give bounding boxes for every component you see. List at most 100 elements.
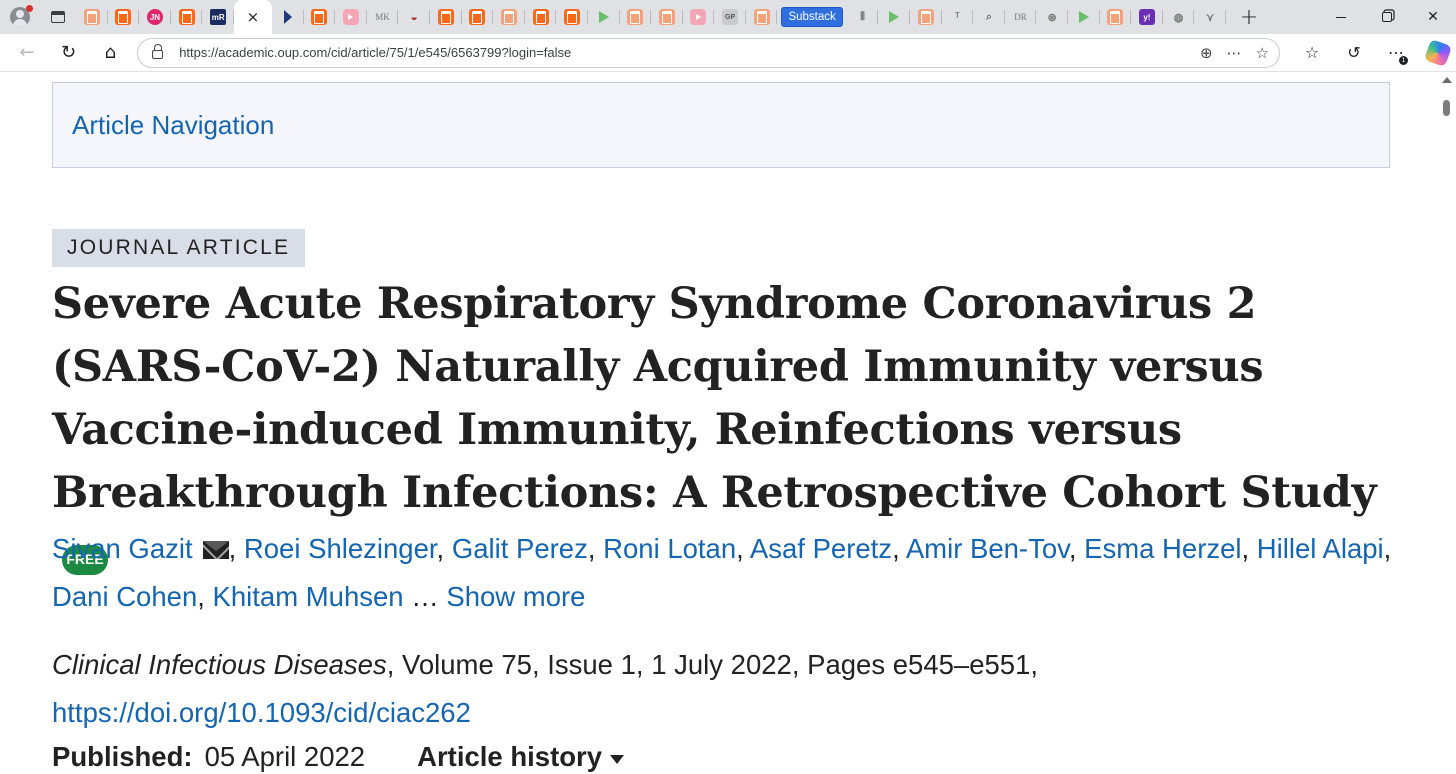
tab[interactable] bbox=[1100, 0, 1132, 34]
article-navigation-label[interactable]: Article Navigation bbox=[72, 110, 274, 141]
profile-button[interactable] bbox=[0, 0, 40, 34]
copilot-icon[interactable] bbox=[1420, 37, 1456, 69]
address-bar[interactable]: https://academic.oup.com/cid/article/75/… bbox=[137, 37, 1280, 68]
tab[interactable]: ⦀ bbox=[847, 0, 879, 34]
close-tab-icon[interactable]: × bbox=[247, 8, 260, 26]
substack-icon bbox=[532, 9, 549, 25]
tab[interactable]: mR bbox=[202, 0, 234, 34]
maximize-button[interactable] bbox=[1364, 0, 1410, 34]
home-button[interactable]: ⌂ bbox=[89, 34, 131, 72]
more-icon[interactable]: ⋯ bbox=[1227, 44, 1242, 62]
tab[interactable] bbox=[108, 0, 140, 34]
tab[interactable] bbox=[683, 0, 715, 34]
vertical-scrollbar[interactable] bbox=[1438, 73, 1456, 774]
tab[interactable]: MK bbox=[367, 0, 399, 34]
owl-icon: ⊛ bbox=[1047, 11, 1057, 24]
author-link[interactable]: Amir Ben-Tov bbox=[906, 533, 1069, 564]
tab-actions-icon bbox=[51, 11, 65, 23]
b-icon bbox=[1107, 9, 1124, 25]
toolbar-icons: ☆ ↺ ⋯ 1 bbox=[1294, 37, 1456, 69]
author-link[interactable]: Sivan Gazit bbox=[52, 533, 193, 564]
author-link[interactable]: Khitam Muhsen bbox=[213, 581, 404, 612]
tab[interactable] bbox=[76, 0, 108, 34]
published-label: Published: bbox=[52, 741, 193, 772]
lock-icon[interactable] bbox=[152, 44, 164, 59]
author-link[interactable]: Galit Perez bbox=[452, 533, 588, 564]
substack-icon bbox=[83, 9, 100, 25]
favorite-star-icon[interactable]: ☆ bbox=[1256, 44, 1269, 62]
tab-actions-button[interactable] bbox=[40, 0, 76, 34]
tab-active[interactable]: × bbox=[233, 0, 272, 34]
tab-substack[interactable]: Substack bbox=[781, 7, 843, 27]
new-tab-button[interactable]: + bbox=[1234, 0, 1264, 34]
author-ellipsis: … bbox=[403, 581, 447, 612]
show-more-link[interactable]: Show more bbox=[446, 581, 585, 612]
scroll-thumb[interactable] bbox=[1443, 100, 1450, 116]
tab[interactable] bbox=[878, 0, 910, 34]
tab[interactable]: JN bbox=[139, 0, 171, 34]
substack-icon bbox=[178, 9, 195, 25]
tab[interactable] bbox=[304, 0, 336, 34]
youtube-icon bbox=[342, 9, 359, 25]
article-history-button[interactable]: Article history bbox=[417, 741, 625, 772]
substack-icon bbox=[917, 9, 934, 25]
substack-icon bbox=[627, 9, 644, 25]
author-separator: , bbox=[1241, 533, 1257, 564]
tab[interactable]: y! bbox=[1131, 0, 1163, 34]
tab[interactable]: ⋎ bbox=[1194, 0, 1226, 34]
yahoo-icon: y! bbox=[1138, 9, 1155, 25]
tab[interactable] bbox=[1068, 0, 1100, 34]
tab[interactable]: GP bbox=[714, 0, 746, 34]
author-separator: , bbox=[1383, 533, 1392, 564]
notification-dot bbox=[26, 5, 33, 12]
tab[interactable] bbox=[430, 0, 462, 34]
extensions-menu-icon[interactable]: ⋯ 1 bbox=[1378, 37, 1414, 69]
tab[interactable]: ᵀ bbox=[942, 0, 974, 34]
article-navigation[interactable]: Article Navigation bbox=[52, 82, 1390, 168]
tab[interactable] bbox=[525, 0, 557, 34]
minimize-button[interactable] bbox=[1318, 0, 1364, 34]
tab[interactable] bbox=[746, 0, 778, 34]
tab[interactable]: ⌕ bbox=[973, 0, 1005, 34]
close-window-button[interactable]: ✕ bbox=[1410, 0, 1456, 34]
tab[interactable]: ◒ bbox=[398, 0, 430, 34]
tab[interactable] bbox=[556, 0, 588, 34]
back-button[interactable]: ← bbox=[6, 34, 48, 72]
author-separator: , bbox=[197, 581, 213, 612]
tab[interactable]: ◍ bbox=[1163, 0, 1195, 34]
author-link[interactable]: Esma Herzel bbox=[1084, 533, 1241, 564]
tab[interactable]: DR bbox=[1005, 0, 1037, 34]
url-text[interactable]: https://academic.oup.com/cid/article/75/… bbox=[179, 45, 571, 60]
author-link[interactable]: Hillel Alapi bbox=[1257, 533, 1384, 564]
scroll-up-icon[interactable] bbox=[1442, 77, 1452, 83]
refresh-button[interactable]: ↻ bbox=[48, 34, 90, 72]
tab[interactable] bbox=[588, 0, 620, 34]
favorites-icon[interactable]: ☆ bbox=[1294, 37, 1330, 69]
author-separator: , bbox=[228, 533, 244, 564]
tab[interactable] bbox=[910, 0, 942, 34]
article-title-text: Severe Acute Respiratory Syndrome Corona… bbox=[52, 279, 1377, 518]
author-list: Sivan Gazit, Roei Shlezinger, Galit Pere… bbox=[52, 525, 1392, 621]
email-icon[interactable] bbox=[202, 541, 229, 559]
play-icon bbox=[886, 9, 902, 25]
tab[interactable]: ⊛ bbox=[1036, 0, 1068, 34]
fish-icon: ◒ bbox=[410, 10, 418, 24]
author-link[interactable]: Roei Shlezinger bbox=[244, 533, 437, 564]
article-type-badge: JOURNAL ARTICLE bbox=[52, 229, 306, 267]
address-bar-actions: ⊕ ⋯ ☆ bbox=[1200, 39, 1269, 67]
author-separator: , bbox=[436, 533, 452, 564]
tab[interactable] bbox=[462, 0, 494, 34]
tab[interactable] bbox=[620, 0, 652, 34]
tab[interactable] bbox=[493, 0, 525, 34]
tab[interactable] bbox=[335, 0, 367, 34]
history-icon[interactable]: ↺ bbox=[1336, 37, 1372, 69]
tab[interactable] bbox=[171, 0, 203, 34]
tab[interactable] bbox=[651, 0, 683, 34]
zoom-icon[interactable]: ⊕ bbox=[1200, 44, 1213, 62]
author-link[interactable]: Dani Cohen bbox=[52, 581, 197, 612]
author-link[interactable]: Roni Lotan bbox=[603, 533, 736, 564]
tab[interactable] bbox=[272, 0, 304, 34]
article-history-label[interactable]: Article history bbox=[417, 741, 602, 772]
author-link[interactable]: Asaf Peretz bbox=[750, 533, 892, 564]
doi-link[interactable]: https://doi.org/10.1093/cid/ciac262 bbox=[52, 697, 471, 728]
